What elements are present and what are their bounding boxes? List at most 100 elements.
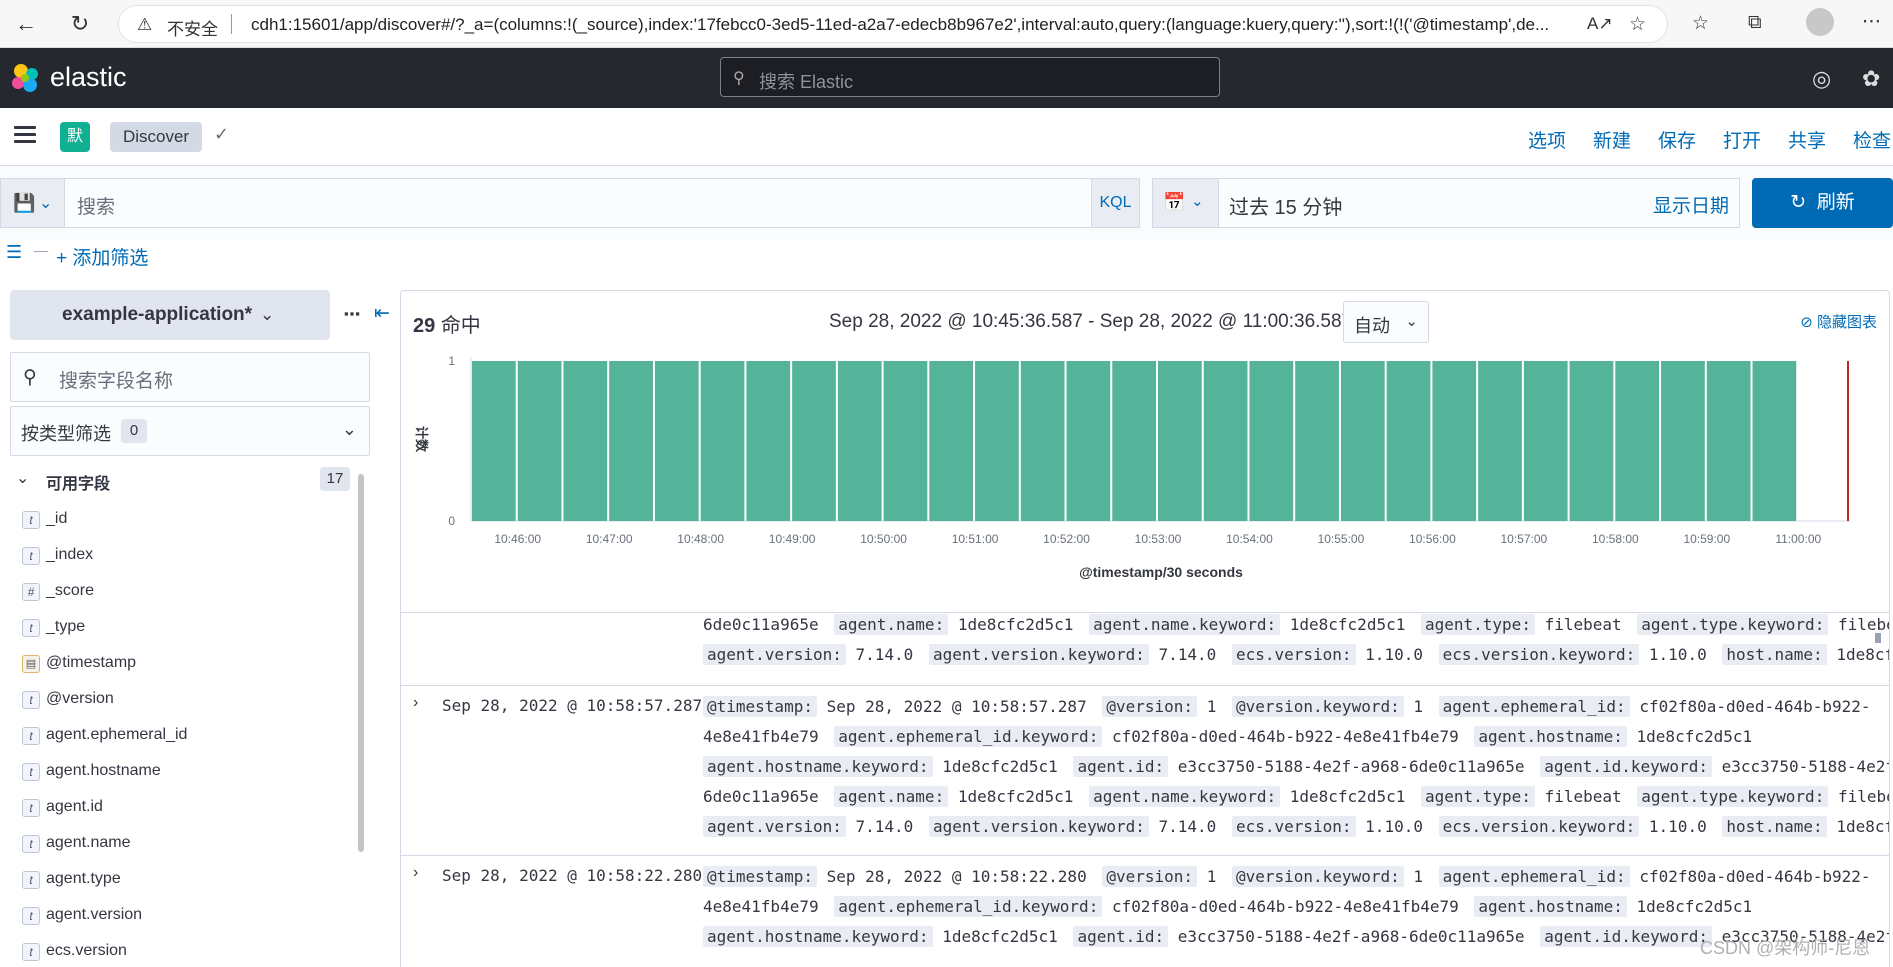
nav-save[interactable]: 保存 <box>1658 126 1696 153</box>
field-item[interactable]: t agent.version <box>10 898 350 934</box>
source-field-key: agent.ephemeral_id: <box>1438 696 1630 717</box>
expand-chevron-icon[interactable]: › <box>413 864 418 882</box>
source-field-key: ecs.version.keyword: <box>1438 816 1640 837</box>
breadcrumb-discover[interactable]: Discover <box>110 122 202 152</box>
field-item[interactable]: t agent.type <box>10 862 350 898</box>
chevron-down-icon: ⌄ <box>16 470 30 487</box>
field-name: agent.ephemeral_id <box>46 726 188 743</box>
hamburger-menu-icon[interactable] <box>14 126 36 144</box>
nav-share[interactable]: 共享 <box>1788 126 1826 153</box>
back-arrow-icon[interactable]: ← <box>12 10 40 38</box>
more-options-icon[interactable]: ⋯ <box>1862 10 1881 33</box>
collections-icon[interactable]: ⧉ <box>1748 12 1762 34</box>
time-range-text: Sep 28, 2022 @ 10:45:36.587 - Sep 28, 20… <box>829 311 1353 332</box>
hide-chart-button[interactable]: ⊘ 隐藏图表 <box>1800 311 1877 332</box>
favorites-icon[interactable]: ☆ <box>1692 12 1709 35</box>
profile-avatar-icon[interactable] <box>1806 8 1834 36</box>
address-bar[interactable]: ⚠ 不安全 cdh1:15601/app/discover#/?_a=(colu… <box>118 5 1668 43</box>
index-options-icon[interactable]: ▪▪▪ <box>344 306 361 321</box>
field-item[interactable]: t agent.hostname <box>10 754 350 790</box>
space-avatar[interactable]: 默 <box>60 122 90 152</box>
source-line: agent.version: 7.14.0 agent.version.keyw… <box>703 812 1889 842</box>
chevron-down-icon: ⌄ <box>39 195 53 212</box>
source-line: agent.version: 7.14.0 agent.version.keyw… <box>703 640 1889 670</box>
quick-select-button[interactable]: 📅 ⌄ <box>1153 179 1219 227</box>
source-field-value: 1de8cfc2d5c1 <box>942 927 1058 946</box>
calendar-icon: 📅 <box>1163 192 1186 212</box>
field-item[interactable]: t _id <box>10 502 350 538</box>
show-dates-link[interactable]: 显示日期 <box>1653 191 1729 218</box>
field-item[interactable]: t agent.name <box>10 826 350 862</box>
source-field-key: agent.ephemeral_id.keyword: <box>834 726 1103 747</box>
nav-options[interactable]: 选项 <box>1528 126 1566 153</box>
source-field-value: 4e8e41fb4e79 <box>703 897 819 916</box>
field-item[interactable]: # _score <box>10 574 350 610</box>
field-item[interactable]: t agent.ephemeral_id <box>10 718 350 754</box>
source-line: agent.hostname.keyword: 1de8cfc2d5c1 age… <box>703 922 1889 952</box>
string-type-icon: t <box>22 907 40 925</box>
field-item[interactable]: ▤ @timestamp <box>10 646 350 682</box>
expand-chevron-icon[interactable]: › <box>413 694 418 712</box>
string-type-icon: t <box>22 835 40 853</box>
filter-options-icon[interactable]: ☰ <box>6 242 22 263</box>
chevron-down-icon: ⌄ <box>260 305 275 324</box>
date-picker[interactable]: 📅 ⌄ 过去 15 分钟 显示日期 <box>1152 178 1740 228</box>
source-field-key: @timestamp: <box>703 696 817 717</box>
reload-icon[interactable]: ↻ <box>66 10 94 38</box>
y-tick-label: 0 <box>448 514 455 528</box>
interval-select[interactable]: 自动 ⌄ <box>1343 301 1429 343</box>
global-search-input[interactable]: ⚲ 搜索 Elastic <box>720 57 1220 97</box>
refresh-button[interactable]: ↻ 刷新 <box>1752 178 1893 228</box>
histogram-chart: 1 0 计数 10:46:00 10:47:00 10:48:00 10:49:00 10:5… <box>401 351 1889 601</box>
field-item[interactable]: t ecs.version <box>10 934 350 967</box>
query-language-button[interactable]: KQL <box>1092 178 1140 228</box>
chevron-down-icon: ⌄ <box>1405 313 1418 330</box>
read-aloud-icon[interactable]: A↗ <box>1587 14 1613 34</box>
document-row[interactable]: › Sep 28, 2022 @ 10:58:22.280 @timestamp: … <box>401 856 1889 967</box>
chevron-down-icon: ⌄ <box>1191 193 1204 210</box>
field-search-input[interactable]: ⚲ 搜索字段名称 <box>10 352 370 402</box>
nav-inspect[interactable]: 检查 <box>1853 126 1891 153</box>
collapse-sidebar-icon[interactable]: ⇤ <box>374 302 390 325</box>
query-search-input[interactable]: 搜索 <box>64 178 1092 228</box>
field-item[interactable]: t agent.id <box>10 790 350 826</box>
help-icon[interactable]: ◎ <box>1812 66 1831 92</box>
source-field-value: 1.10.0 <box>1648 645 1707 664</box>
histogram-bar <box>1112 361 1156 521</box>
field-name: @timestamp <box>46 654 137 671</box>
url-text[interactable]: cdh1:15601/app/discover#/?_a=(columns:!(… <box>251 15 1551 35</box>
sidebar-scrollbar[interactable] <box>358 474 364 852</box>
add-filter-button[interactable]: + 添加筛选 <box>56 243 148 270</box>
source-field-key: ecs.version.keyword: <box>1438 644 1640 665</box>
newsfeed-icon[interactable]: ✿ <box>1862 66 1880 92</box>
type-filter-button[interactable]: 按类型筛选 0 ⌄ <box>10 406 370 456</box>
document-row[interactable]: › Sep 28, 2022 @ 10:58:57.287 @timestamp: … <box>401 686 1889 856</box>
hits-count: 29 命中 <box>413 309 481 338</box>
index-pattern-selector[interactable]: example-application* ⌄ <box>10 290 330 340</box>
elastic-logo-icon[interactable] <box>10 62 42 94</box>
available-fields-header[interactable]: ⌄ 可用字段 17 <box>10 466 350 494</box>
document-row[interactable]: 6de0c11a965e agent.name: 1de8cfc2d5c1 ag… <box>401 610 1889 686</box>
histogram-bar <box>929 361 974 521</box>
field-item[interactable]: t _type <box>10 610 350 646</box>
field-item[interactable]: t @version <box>10 682 350 718</box>
source-field-key: agent.id: <box>1073 756 1169 777</box>
document-scrollbar[interactable] <box>1875 633 1881 643</box>
date-range-text[interactable]: 过去 15 分钟 <box>1229 191 1342 220</box>
saved-query-button[interactable]: 💾 ⌄ <box>0 178 64 228</box>
save-disk-icon: 💾 <box>13 193 36 213</box>
source-line: 6de0c11a965e agent.name: 1de8cfc2d5c1 ag… <box>703 610 1889 640</box>
field-item[interactable]: t _index <box>10 538 350 574</box>
string-type-icon: t <box>22 511 40 529</box>
field-name: _id <box>46 510 68 527</box>
source-field-key: @version.keyword: <box>1231 866 1404 887</box>
string-type-icon: t <box>22 691 40 709</box>
hits-label: 命中 <box>440 315 481 337</box>
query-placeholder: 搜索 <box>77 197 116 218</box>
nav-open[interactable]: 打开 <box>1723 126 1761 153</box>
histogram-bar <box>1386 361 1431 521</box>
histogram-bar <box>472 361 516 521</box>
nav-new[interactable]: 新建 <box>1593 126 1631 153</box>
add-favorite-icon[interactable]: ☆ <box>1629 13 1646 36</box>
document-timestamp: Sep 28, 2022 @ 10:58:22.280 <box>442 866 703 885</box>
